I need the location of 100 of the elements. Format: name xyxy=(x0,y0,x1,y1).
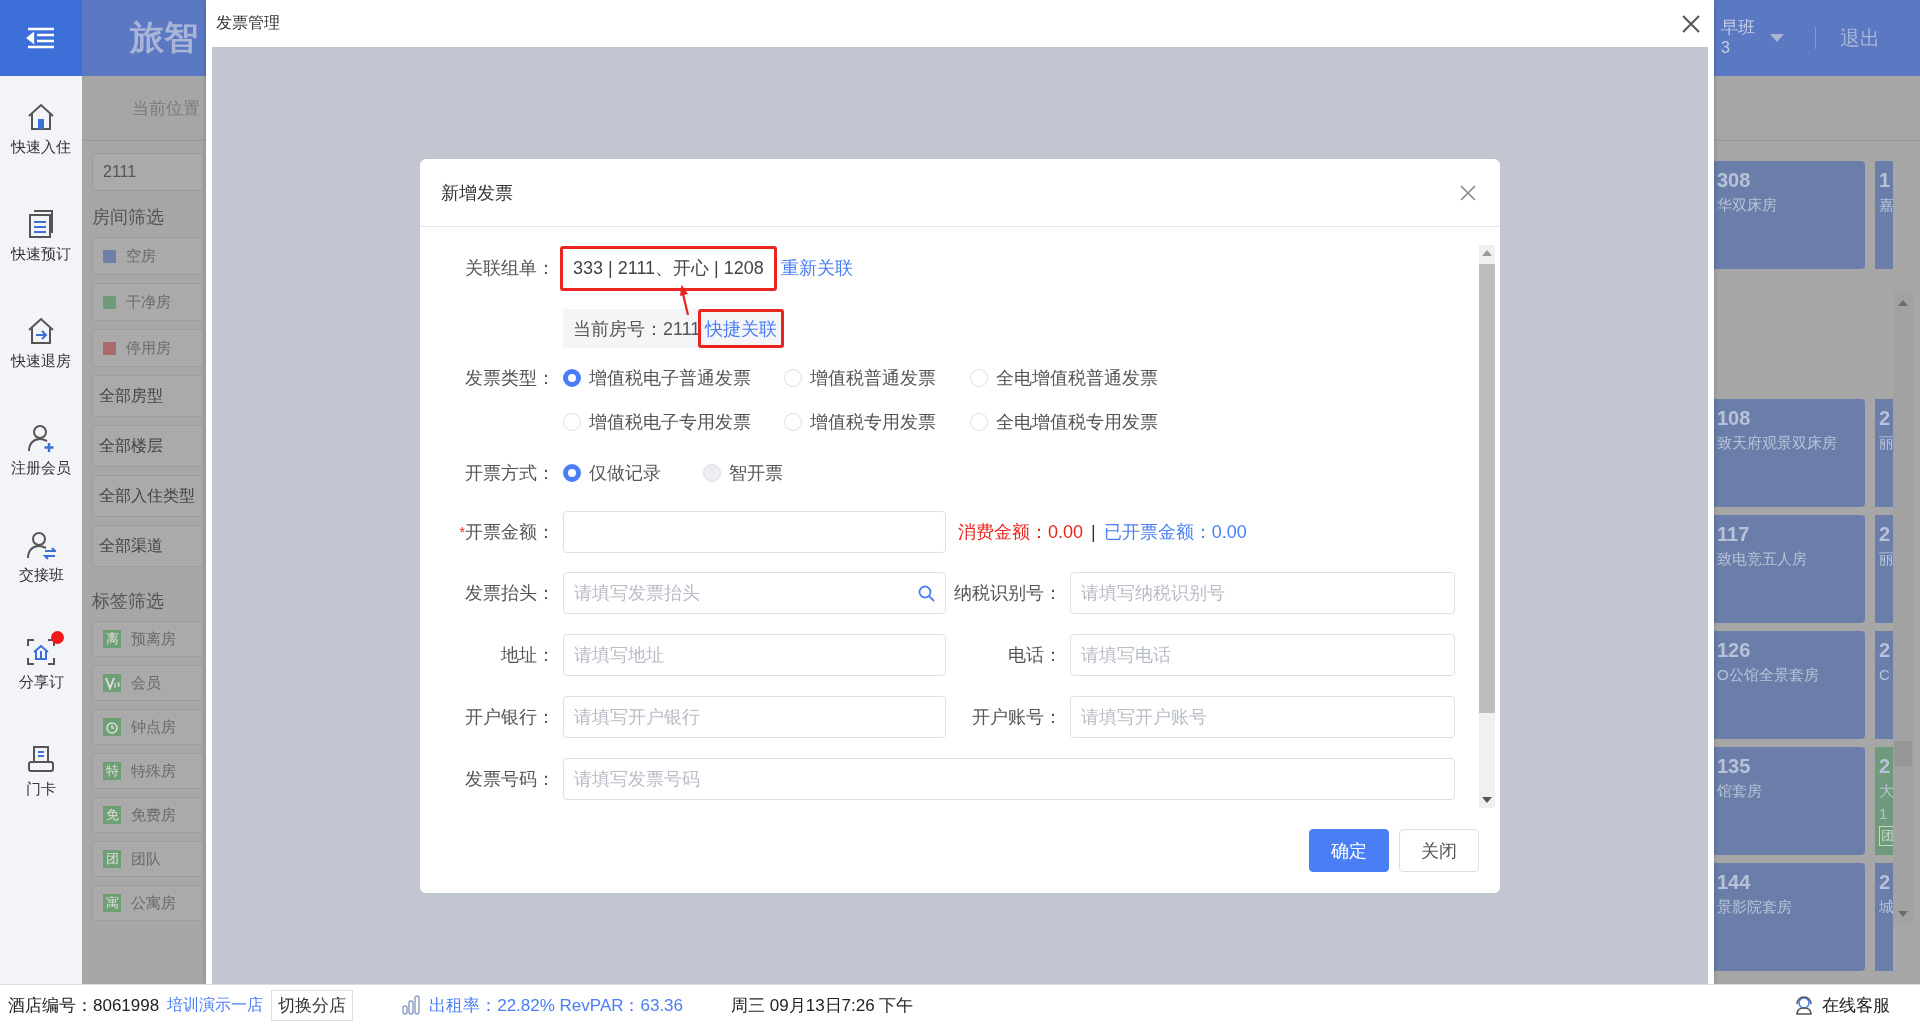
filter-dropdown[interactable]: 全部渠道 xyxy=(92,525,204,567)
sidebar-item[interactable]: 分享订 xyxy=(18,611,64,718)
online-support-link[interactable]: 在线客服 xyxy=(1822,993,1890,1017)
room-number: 135 xyxy=(1717,755,1751,778)
input-field[interactable]: 请填写地址 xyxy=(563,634,946,676)
sidebar-item[interactable]: 快速入住 xyxy=(11,76,71,183)
switch-branch-button[interactable]: 切换分店 xyxy=(271,989,354,1021)
sidebar-item[interactable]: 注册会员 xyxy=(11,397,71,504)
radio-option[interactable]: 增值税专用发票 xyxy=(784,406,970,438)
tag-glyph: 寓 xyxy=(103,894,121,912)
house-icon xyxy=(26,102,56,132)
bar-chart-icon xyxy=(401,995,422,1015)
headset-icon[interactable] xyxy=(1794,995,1814,1015)
close-icon[interactable] xyxy=(1682,14,1700,33)
scroll-thumb[interactable] xyxy=(1479,264,1495,713)
filter-item[interactable]: 干净房 xyxy=(92,283,204,321)
sidebar-item[interactable]: 交接班 xyxy=(18,504,64,611)
field-label: 发票号码： xyxy=(464,768,555,791)
room-card[interactable]: 108 致天府观景双床房 xyxy=(1714,399,1865,507)
sidebar-item[interactable]: 快速退房 xyxy=(11,290,71,397)
input-field[interactable]: 请填写纳税识别号 xyxy=(1070,572,1455,614)
scroll-up-icon[interactable] xyxy=(1897,299,1909,307)
room-card[interactable]: 144 景影院套房 xyxy=(1714,863,1865,971)
hotel-number: 酒店编号：8061998 xyxy=(8,994,160,1017)
filter-item[interactable]: 免 免费房 xyxy=(92,797,204,833)
tag-glyph: 团 xyxy=(103,850,121,868)
room-type: O公馆全景套房 xyxy=(1717,666,1819,685)
filter-item[interactable]: 离 预离房 xyxy=(92,621,204,657)
input-field[interactable]: 请填写发票抬头 xyxy=(563,572,946,614)
confirm-button[interactable]: 确定 xyxy=(1309,829,1389,872)
radio-option[interactable]: 全电增值税普通发票 xyxy=(970,362,1170,394)
room-card[interactable]: 2 丽 xyxy=(1875,399,1893,507)
filter-dropdown[interactable]: 全部房型 xyxy=(92,375,204,417)
room-card[interactable]: 2 大 1 团 xyxy=(1875,747,1893,855)
filter-item[interactable]: 停用房 xyxy=(92,329,204,367)
scroll-thumb[interactable] xyxy=(1894,741,1912,767)
tag-glyph: 特 xyxy=(103,762,121,780)
room-card[interactable]: 126 O公馆全景套房 xyxy=(1714,631,1865,739)
amount-field[interactable] xyxy=(563,511,946,553)
radio-option[interactable]: 全电增值税专用发票 xyxy=(970,406,1170,438)
vip-icon xyxy=(103,674,121,692)
input-field[interactable]: 请填写发票号码 xyxy=(563,758,1455,800)
date-time: 周三 09月13日7:26 下午 xyxy=(731,994,914,1017)
menu-icon[interactable] xyxy=(26,27,56,49)
filter-item[interactable]: 团 团队 xyxy=(92,841,204,877)
scan-icon xyxy=(26,637,56,667)
hotel-name-link[interactable]: 培训演示一店 xyxy=(167,994,264,1016)
room-number: 117 xyxy=(1717,523,1750,546)
filter-dropdown[interactable]: 全部楼层 xyxy=(92,425,204,467)
room-card[interactable]: 308 华双床房 xyxy=(1714,161,1865,269)
radio-option[interactable]: 仅做记录 xyxy=(563,457,661,489)
sidebar-item[interactable]: 门卡 xyxy=(26,718,56,825)
required-mark: * xyxy=(459,524,465,540)
logo-text: 旅智 xyxy=(130,17,198,58)
field-label: 电话： xyxy=(1007,644,1062,667)
room-card[interactable]: 1 嘉 xyxy=(1875,161,1893,269)
filter-item[interactable]: 寓 公寓房 xyxy=(92,885,204,921)
room-type: 馆套房 xyxy=(1717,782,1762,801)
filter-item[interactable]: 会员 xyxy=(92,665,204,701)
search-icon[interactable] xyxy=(918,584,935,602)
radio-option[interactable]: 增值税普通发票 xyxy=(784,362,970,394)
caret-icon[interactable] xyxy=(1769,33,1785,43)
room-type: 景影院套房 xyxy=(1717,898,1792,917)
dialog-title: 新增发票 xyxy=(441,181,513,205)
filter-item[interactable]: 空房 xyxy=(92,237,204,275)
card-reader-icon xyxy=(26,744,56,774)
filter-item[interactable]: 钟点房 xyxy=(92,709,204,745)
filter-item[interactable]: 特 特殊房 xyxy=(92,753,204,789)
logout-link[interactable]: 退出 xyxy=(1840,24,1880,52)
shift-name: 早班 xyxy=(1721,18,1755,38)
field-label: 纳税识别号： xyxy=(953,582,1062,605)
field-label: 发票类型： xyxy=(464,367,555,390)
close-icon[interactable] xyxy=(1460,184,1476,201)
room-card[interactable]: 2 C xyxy=(1875,631,1893,739)
input-field[interactable]: 请填写开户银行 xyxy=(563,696,946,738)
sidebar-item[interactable]: 快速预订 xyxy=(11,183,71,290)
radio-button[interactable] xyxy=(563,369,581,387)
field-label: 地址： xyxy=(500,644,555,667)
filter-dropdown[interactable]: 全部入住类型 xyxy=(92,475,204,517)
room-card[interactable]: 2 丽 xyxy=(1875,515,1893,623)
quick-link[interactable]: 快捷关联 xyxy=(705,316,778,341)
radio-option[interactable]: 增值税电子专用发票 xyxy=(563,406,784,438)
scroll-down-icon[interactable] xyxy=(1482,797,1492,804)
scrollbar[interactable] xyxy=(1479,245,1495,808)
input-field[interactable]: 请填写电话 xyxy=(1070,634,1455,676)
room-card[interactable]: 117 致电竞五人房 xyxy=(1714,515,1865,623)
radio-option[interactable]: 增值税电子普通发票 xyxy=(563,362,784,394)
field-label: 开票方式： xyxy=(464,462,555,485)
close-button[interactable]: 关闭 xyxy=(1399,829,1479,872)
scroll-up-icon[interactable] xyxy=(1482,249,1492,256)
relink-link[interactable]: 重新关联 xyxy=(780,256,853,280)
input-field[interactable]: 请填写开户账号 xyxy=(1070,696,1455,738)
radio-button[interactable] xyxy=(563,464,581,482)
room-number: 2 xyxy=(1879,871,1891,894)
search-field[interactable]: 2111 xyxy=(92,153,204,191)
room-card[interactable]: 135 馆套房 xyxy=(1714,747,1865,855)
scrollbar[interactable] xyxy=(1893,291,1913,927)
consumption-amount: 消费金额：0.00 xyxy=(958,521,1084,544)
room-number: 2 xyxy=(1879,523,1891,546)
room-card[interactable]: 2 城 xyxy=(1875,863,1893,971)
